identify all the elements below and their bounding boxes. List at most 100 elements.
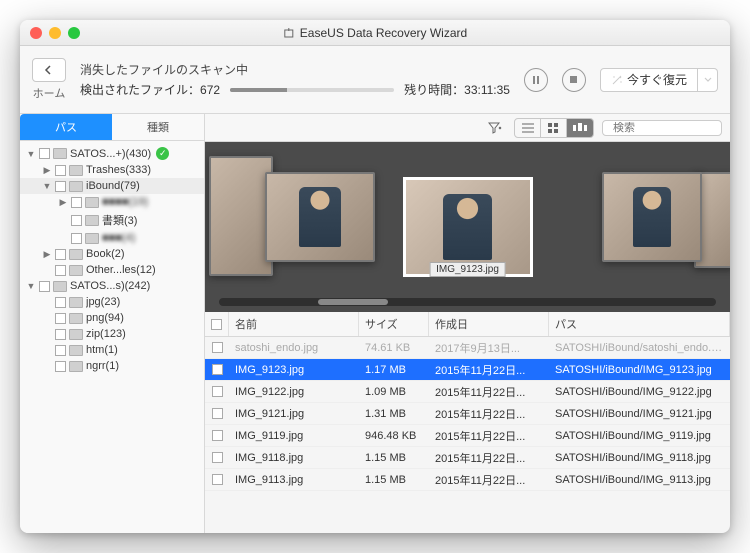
- table-row[interactable]: IMG_9118.jpg1.15 MB2015年11月22日...SATOSHI…: [205, 447, 730, 469]
- tree-node[interactable]: ■■■(4): [20, 230, 204, 246]
- tree-label: SATOS...s)(242): [70, 280, 150, 292]
- row-checkbox[interactable]: [212, 342, 223, 353]
- tree-checkbox[interactable]: [55, 249, 66, 260]
- folder-icon: [53, 281, 67, 292]
- coverflow-item[interactable]: [209, 156, 273, 276]
- disclosure-triangle[interactable]: ▼: [26, 281, 36, 291]
- tree-node[interactable]: ▶■■■■(19): [20, 194, 204, 210]
- cell-path: SATOSHI/iBound/IMG_9119.jpg: [549, 430, 730, 442]
- tree-node[interactable]: ▶ Trashes(333): [20, 162, 204, 178]
- row-checkbox[interactable]: [212, 386, 223, 397]
- tree-node[interactable]: ▶Book(2): [20, 246, 204, 262]
- tree-checkbox[interactable]: [39, 148, 50, 159]
- view-list-button[interactable]: [515, 119, 541, 137]
- tree-label: Other...les(12): [86, 264, 156, 276]
- tree-label: Trashes(333): [86, 164, 151, 176]
- coverflow-scrollbar[interactable]: [219, 298, 716, 306]
- table-row[interactable]: IMG_9123.jpg1.17 MB2015年11月22日...SATOSHI…: [205, 359, 730, 381]
- tree-checkbox[interactable]: [39, 281, 50, 292]
- row-checkbox[interactable]: [212, 452, 223, 463]
- tree-checkbox[interactable]: [55, 265, 66, 276]
- coverflow-item[interactable]: [602, 172, 702, 262]
- stop-icon: [570, 76, 577, 83]
- view-coverflow-button[interactable]: [567, 119, 593, 137]
- tab-path[interactable]: パス: [20, 114, 112, 140]
- zoom-window-button[interactable]: [68, 27, 80, 39]
- coverflow-preview[interactable]: IMG_9123.jpg: [205, 142, 730, 312]
- select-all-checkbox[interactable]: [211, 319, 222, 330]
- tree-node[interactable]: ▼SATOS...+)(430)✓: [20, 145, 204, 162]
- col-date[interactable]: 作成日: [429, 312, 549, 336]
- tree-node[interactable]: htm(1): [20, 342, 204, 358]
- file-table-body[interactable]: satoshi_endo.jpg74.61 KB2017年9月13日...SAT…: [205, 337, 730, 533]
- folder-icon: [85, 233, 99, 244]
- tree-checkbox[interactable]: [71, 197, 82, 208]
- tree-node[interactable]: png(94): [20, 310, 204, 326]
- recover-button[interactable]: 今すぐ復元: [600, 68, 698, 92]
- minimize-window-button[interactable]: [49, 27, 61, 39]
- table-row[interactable]: IMG_9122.jpg1.09 MB2015年11月22日...SATOSHI…: [205, 381, 730, 403]
- col-name[interactable]: 名前: [229, 312, 359, 336]
- cell-name: IMG_9113.jpg: [229, 474, 359, 486]
- home-label: ホーム: [33, 85, 66, 101]
- tree-node[interactable]: ngrr(1): [20, 358, 204, 374]
- disclosure-triangle[interactable]: ▼: [26, 149, 36, 159]
- cell-path: SATOSHI/iBound/IMG_9121.jpg: [549, 408, 730, 420]
- stop-button[interactable]: [562, 68, 586, 92]
- coverflow-current[interactable]: IMG_9123.jpg: [403, 177, 533, 277]
- cell-size: 1.15 MB: [359, 474, 429, 486]
- scrollbar-thumb[interactable]: [318, 299, 388, 305]
- tree-checkbox[interactable]: [55, 165, 66, 176]
- folder-icon: [69, 313, 83, 324]
- col-size[interactable]: サイズ: [359, 312, 429, 336]
- window-title: EaseUS Data Recovery Wizard: [283, 26, 467, 40]
- close-window-button[interactable]: [30, 27, 42, 39]
- disclosure-triangle[interactable]: ▶: [42, 165, 52, 176]
- tree-checkbox[interactable]: [71, 233, 82, 244]
- col-path[interactable]: パス: [549, 312, 730, 336]
- folder-icon: [69, 297, 83, 308]
- disclosure-triangle[interactable]: ▼: [42, 181, 52, 191]
- coverflow-item[interactable]: [265, 172, 375, 262]
- cell-name: IMG_9123.jpg: [229, 364, 359, 376]
- cell-path: SATOSHI/iBound/IMG_9118.jpg: [549, 452, 730, 464]
- tree-node[interactable]: jpg(23): [20, 294, 204, 310]
- tree-label: 書類(3): [102, 212, 137, 228]
- search-input[interactable]: [613, 122, 730, 134]
- tree-checkbox[interactable]: [71, 215, 82, 226]
- tree-label: ■■■(4): [102, 232, 135, 244]
- row-checkbox[interactable]: [212, 364, 223, 375]
- search-field[interactable]: [602, 120, 722, 136]
- recover-dropdown[interactable]: [698, 68, 718, 92]
- tab-kind[interactable]: 種類: [112, 114, 204, 140]
- back-button[interactable]: [32, 58, 66, 82]
- row-checkbox[interactable]: [212, 474, 223, 485]
- tree-checkbox[interactable]: [55, 313, 66, 324]
- view-grid-button[interactable]: [541, 119, 567, 137]
- filter-button[interactable]: [484, 119, 506, 137]
- table-row[interactable]: IMG_9113.jpg1.15 MB2015年11月22日...SATOSHI…: [205, 469, 730, 491]
- row-checkbox[interactable]: [212, 430, 223, 441]
- disclosure-triangle[interactable]: ▶: [58, 197, 68, 208]
- tree-checkbox[interactable]: [55, 345, 66, 356]
- tree-node[interactable]: ▼iBound(79): [20, 178, 204, 194]
- tree-node[interactable]: zip(123): [20, 326, 204, 342]
- row-checkbox[interactable]: [212, 408, 223, 419]
- tree-node[interactable]: ▼ SATOS...s)(242): [20, 278, 204, 294]
- cell-name: IMG_9118.jpg: [229, 452, 359, 464]
- tree-checkbox[interactable]: [55, 329, 66, 340]
- tree-node[interactable]: 書類(3): [20, 210, 204, 230]
- pause-button[interactable]: [524, 68, 548, 92]
- folder-tree[interactable]: ▼SATOS...+)(430)✓ ▶ Trashes(333) ▼iBound(79…: [20, 141, 204, 533]
- tree-checkbox[interactable]: [55, 361, 66, 372]
- table-row[interactable]: IMG_9121.jpg1.31 MB2015年11月22日...SATOSHI…: [205, 403, 730, 425]
- cell-size: 946.48 KB: [359, 430, 429, 442]
- folder-icon: [53, 148, 67, 159]
- tree-checkbox[interactable]: [55, 181, 66, 192]
- disclosure-triangle[interactable]: ▶: [42, 249, 52, 260]
- cell-date: 2015年11月22日...: [429, 472, 549, 488]
- table-row[interactable]: satoshi_endo.jpg74.61 KB2017年9月13日...SAT…: [205, 337, 730, 359]
- tree-checkbox[interactable]: [55, 297, 66, 308]
- tree-node[interactable]: Other...les(12): [20, 262, 204, 278]
- table-row[interactable]: IMG_9119.jpg946.48 KB2015年11月22日...SATOS…: [205, 425, 730, 447]
